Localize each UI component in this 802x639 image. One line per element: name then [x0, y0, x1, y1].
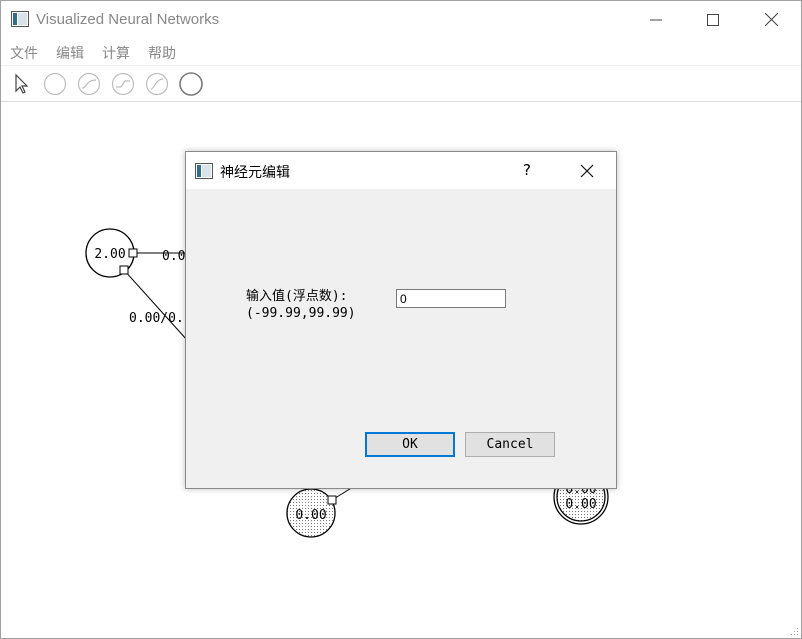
minimize-icon — [650, 19, 662, 20]
input-value-label-line1: 输入值(浮点数): — [246, 289, 348, 304]
neuron-node[interactable]: 2.00 — [85, 228, 138, 278]
title-bar: Visualized Neural Networks — [1, 1, 801, 38]
neuron-node[interactable]: 0.00 — [286, 488, 337, 538]
close-button[interactable] — [742, 1, 800, 38]
resize-grip-icon[interactable] — [791, 628, 799, 636]
input-value-field[interactable] — [396, 289, 506, 308]
neuron-edit-dialog: 神经元编辑 ? 输入值(浮点数): (-99.99,99.99) OK Canc… — [185, 151, 617, 489]
dialog-help-button[interactable]: ? — [523, 161, 531, 179]
menu-file[interactable]: 文件 — [10, 43, 38, 63]
edge-weight-label: 0.0 — [162, 249, 185, 264]
neuron-output-value: 0.00 — [565, 497, 596, 512]
neuron-tool-icon[interactable] — [42, 71, 68, 97]
step-neuron-tool-icon[interactable] — [144, 71, 170, 97]
edge-line[interactable] — [123, 269, 188, 341]
tanh-neuron-tool-icon[interactable] — [110, 71, 136, 97]
maximize-button[interactable] — [684, 1, 742, 38]
menu-help[interactable]: 帮助 — [148, 43, 176, 63]
input-value-label: 输入值(浮点数): (-99.99,99.99) — [246, 288, 356, 322]
cancel-button[interactable]: Cancel — [465, 432, 555, 457]
menu-compute[interactable]: 计算 — [102, 43, 130, 63]
menu-edit[interactable]: 编辑 — [56, 43, 84, 63]
menu-bar: 文件 编辑 计算 帮助 — [1, 39, 801, 64]
minimize-button[interactable] — [627, 1, 685, 38]
neuron-value: 2.00 — [94, 247, 125, 262]
neuron-value: 0.00 — [295, 508, 326, 523]
close-icon — [764, 13, 778, 26]
window-title: Visualized Neural Networks — [36, 11, 220, 28]
dialog-title: 神经元编辑 — [220, 165, 290, 181]
ok-button[interactable]: OK — [365, 432, 455, 457]
output-neuron-tool-icon[interactable] — [178, 71, 204, 97]
sigmoid-neuron-tool-icon[interactable] — [76, 71, 102, 97]
toolbar — [1, 65, 801, 102]
pointer-tool-icon[interactable] — [8, 71, 34, 97]
edge-weight-label: 0.00/0. — [129, 311, 184, 326]
input-value-range-label: (-99.99,99.99) — [246, 306, 356, 321]
dialog-title-bar: 神经元编辑 ? — [186, 152, 616, 189]
app-icon — [11, 11, 29, 27]
dialog-app-icon — [195, 163, 213, 179]
maximize-icon — [707, 13, 719, 26]
dialog-close-icon[interactable] — [576, 160, 598, 182]
